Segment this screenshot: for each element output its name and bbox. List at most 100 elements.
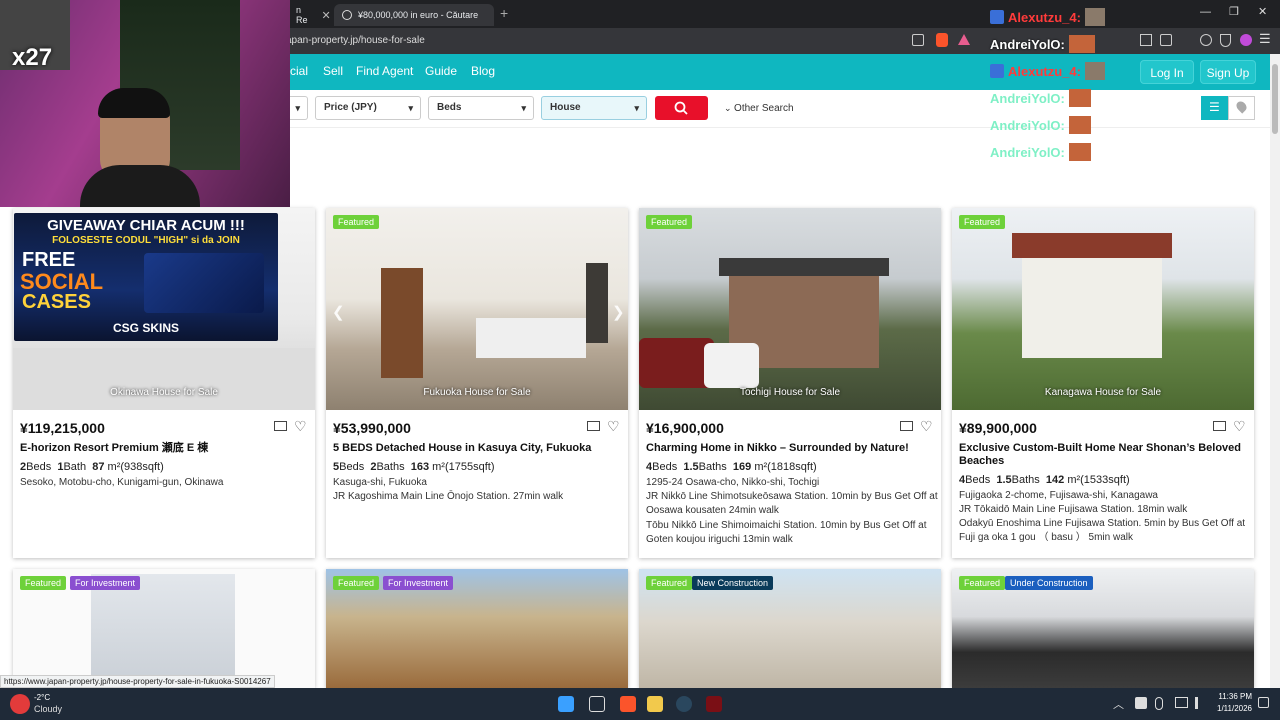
chevron-down-icon: ⌄	[724, 103, 735, 113]
other-search-label: Other Search	[734, 103, 794, 114]
emote-icon	[1068, 143, 1091, 161]
email-icon[interactable]	[587, 421, 600, 431]
map-view-button[interactable]	[1228, 96, 1255, 120]
listing-photo-caption: Fukuoka House for Sale	[423, 387, 531, 398]
featured-badge: Featured	[333, 215, 380, 229]
heart-icon[interactable]: ♡	[607, 418, 620, 435]
price-select[interactable]: Price (JPY) ▾	[315, 96, 421, 120]
listing-card[interactable]: Featured For Investment	[326, 569, 628, 688]
sponsor-logo: CSG SKINS	[112, 321, 179, 335]
email-icon[interactable]	[1213, 421, 1226, 431]
emote-icon	[1084, 8, 1105, 26]
listing-title[interactable]: Charming Home in Nikko – Surrounded by N…	[646, 442, 931, 455]
new-construction-badge: New Construction	[692, 576, 774, 590]
menu-icon[interactable]: ☰	[1259, 31, 1271, 47]
listing-title[interactable]: 5 BEDS Detached House in Kasuya City, Fu…	[333, 442, 618, 455]
listing-specs: 4Beds 1.5Baths 142 m²(1533sqft)	[959, 474, 1130, 486]
start-icon[interactable]	[558, 696, 574, 712]
nav-link-commercial[interactable]: cial	[290, 64, 308, 78]
vpn-icon[interactable]	[1220, 34, 1231, 47]
microphone-icon[interactable]	[1155, 697, 1163, 710]
listing-card[interactable]: Featured Under Construction	[952, 569, 1254, 688]
network-icon[interactable]	[1175, 697, 1188, 708]
notifications-icon[interactable]	[1258, 697, 1269, 708]
listing-card[interactable]: Featured Tochigi House for Sale ¥16,900,…	[639, 208, 941, 558]
listing-photo[interactable]: Featured Kanagawa House for Sale	[952, 208, 1254, 410]
signup-button[interactable]: Sign Up	[1200, 60, 1256, 84]
featured-badge: Featured	[333, 576, 380, 590]
chat-username: AndreiYolO:	[990, 90, 1065, 106]
listing-address: Kasuga-shi, Fukuoka	[333, 477, 427, 488]
page-scrollbar[interactable]	[1270, 54, 1280, 688]
listing-card[interactable]: Featured Kanagawa House for Sale ¥89,900…	[952, 208, 1254, 558]
app-icon[interactable]	[706, 696, 722, 712]
nav-link-sell[interactable]: Sell	[323, 64, 343, 78]
clock-date[interactable]: 1/11/2026	[1210, 704, 1252, 713]
listing-photo[interactable]: Featured New Construction	[639, 569, 941, 688]
heart-icon[interactable]: ♡	[294, 418, 307, 435]
listing-photo[interactable]: Featured For Investment	[326, 569, 628, 688]
new-tab-icon[interactable]: +	[500, 5, 508, 21]
file-explorer-icon[interactable]	[647, 696, 663, 712]
wallet-icon[interactable]	[1160, 34, 1172, 46]
search-button[interactable]	[655, 96, 708, 120]
chevron-down-icon: ▾	[408, 103, 413, 113]
tray-app-icon[interactable]	[1135, 697, 1147, 709]
maximize-icon[interactable]: ❐	[1229, 5, 1239, 18]
extensions-icon[interactable]	[1200, 34, 1212, 46]
volume-icon[interactable]	[1195, 697, 1207, 709]
close-window-icon[interactable]: ✕	[1258, 5, 1267, 18]
tray-chevron-icon[interactable]: ︿	[1113, 696, 1124, 712]
badge-icon	[990, 64, 1004, 78]
browser-tab-active[interactable]: ¥80,000,000 in euro - Căutare Google	[334, 4, 494, 26]
listing-specs: 2Beds 1Bath 87 m²(938sqft)	[20, 461, 164, 473]
listing-card[interactable]: Featured ❮ ❯ Fukuoka House for Sale ¥53,…	[326, 208, 628, 558]
chevron-left-icon[interactable]: ❮	[332, 303, 345, 321]
chat-username: AndreiYolO:	[990, 117, 1065, 133]
brave-browser-icon[interactable]	[620, 696, 636, 712]
rewards-icon[interactable]	[958, 34, 970, 45]
emote-icon	[1084, 62, 1105, 80]
investment-badge: For Investment	[383, 576, 454, 590]
clock-time[interactable]: 11:36 PM	[1210, 692, 1252, 701]
nav-link-blog[interactable]: Blog	[471, 64, 495, 78]
nav-link-guide[interactable]: Guide	[425, 64, 457, 78]
brave-shield-icon[interactable]	[936, 33, 948, 47]
minimize-icon[interactable]: —	[1200, 6, 1211, 18]
close-tab-icon[interactable]: ✕	[322, 9, 331, 22]
other-search-toggle[interactable]: ⌄ Other Search	[724, 103, 794, 114]
heart-icon[interactable]: ♡	[920, 418, 933, 435]
task-view-icon[interactable]	[589, 696, 605, 712]
email-icon[interactable]	[274, 421, 287, 431]
listing-card[interactable]: Featured New Construction	[639, 569, 941, 688]
listing-title[interactable]: Exclusive Custom-Built Home Near Shonan’…	[959, 442, 1244, 468]
nav-link-find-agent[interactable]: Find Agent	[356, 64, 413, 78]
weather-icon[interactable]	[10, 694, 30, 714]
listing-photo[interactable]: Featured Under Construction	[952, 569, 1254, 688]
listing-photo[interactable]: Featured ❮ ❯ Fukuoka House for Sale	[326, 208, 628, 410]
email-icon[interactable]	[900, 421, 913, 431]
giveaway-title: GIVEAWAY CHIAR ACUM !!!	[47, 217, 245, 234]
listing-photo[interactable]: Featured Tochigi House for Sale	[639, 208, 941, 410]
share-icon[interactable]	[912, 34, 924, 46]
url-field[interactable]: apan-property.jp/house-for-sale	[286, 31, 986, 51]
weather-temp: -2°C	[34, 693, 51, 702]
list-view-button[interactable]: ☰	[1201, 96, 1228, 120]
listing-card[interactable]: Featured For Investment	[13, 569, 315, 688]
tab-label: ¥80,000,000 in euro - Căutare Google	[358, 10, 478, 20]
browser-tab[interactable]: n Re ✕	[288, 4, 331, 26]
property-type-select[interactable]: House ▾	[541, 96, 647, 120]
listing-access: JR Nikkō Line Shimotsukeōsawa Station. 1…	[646, 491, 938, 516]
listing-access: JR Tōkaidō Main Line Fujisawa Station. 1…	[959, 504, 1188, 515]
chevron-right-icon[interactable]: ❯	[612, 303, 625, 321]
scrollbar-thumb[interactable]	[1272, 64, 1278, 134]
profile-icon[interactable]	[1240, 34, 1252, 46]
heart-icon[interactable]: ♡	[1233, 418, 1246, 435]
listing-title[interactable]: E-horizon Resort Premium 瀬底 E 棟	[20, 442, 305, 455]
beds-select[interactable]: Beds ▾	[428, 96, 534, 120]
property-type-label: House	[550, 102, 581, 113]
listing-price: ¥89,900,000	[959, 420, 1037, 436]
tab-label: n Re	[296, 5, 308, 25]
steam-icon[interactable]	[676, 696, 692, 712]
listing-photo[interactable]: Featured For Investment	[13, 569, 315, 688]
